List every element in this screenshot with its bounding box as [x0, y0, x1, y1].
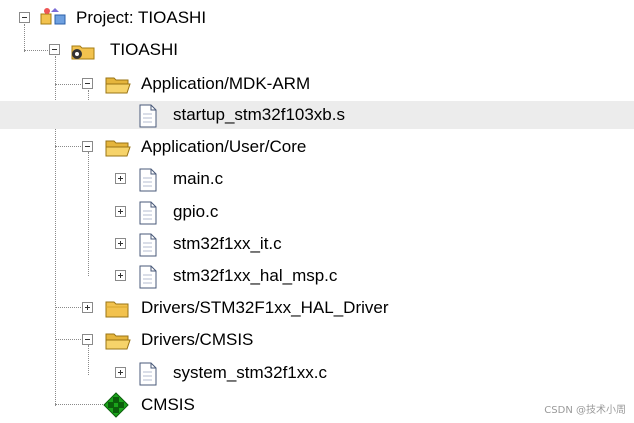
expand-toggle[interactable] [115, 367, 126, 378]
expand-toggle[interactable] [82, 302, 93, 313]
file-icon [136, 103, 160, 134]
group-label: Drivers/STM32F1xx_HAL_Driver [141, 298, 389, 317]
file-icon [136, 361, 160, 392]
tree-node-group[interactable]: Drivers/STM32F1xx_HAL_Driver [0, 294, 634, 322]
collapse-toggle[interactable] [82, 78, 93, 89]
file-label: main.c [173, 169, 224, 188]
project-icon [38, 6, 68, 35]
tree-node-file-it[interactable]: stm32f1xx_it.c [0, 230, 634, 258]
file-label: system_stm32f1xx.c [173, 363, 327, 382]
group-label: Drivers/CMSIS [141, 330, 254, 349]
watermark: CSDN @技术小周 [544, 405, 626, 416]
folder-open-icon [103, 328, 133, 357]
tree-node-group[interactable]: Application/User/Core [0, 133, 634, 161]
tree-node-group[interactable]: Drivers/CMSIS [0, 326, 634, 354]
collapse-toggle[interactable] [82, 334, 93, 345]
group-label: Application/MDK-ARM [141, 74, 311, 93]
collapse-toggle[interactable] [19, 12, 30, 23]
expand-toggle[interactable] [115, 173, 126, 184]
file-icon [136, 167, 160, 198]
diamond-component-icon [103, 392, 129, 423]
collapse-toggle[interactable] [82, 141, 93, 152]
folder-open-icon [103, 72, 133, 101]
file-icon [136, 264, 160, 295]
file-label: stm32f1xx_hal_msp.c [173, 266, 338, 285]
expand-toggle[interactable] [115, 238, 126, 249]
target-icon [68, 38, 98, 67]
tree-node-file-hal-msp[interactable]: stm32f1xx_hal_msp.c [0, 262, 634, 290]
tree-node-file-system[interactable]: system_stm32f1xx.c [0, 359, 634, 387]
tree-node-project[interactable]: Project: TIOASHI [0, 4, 634, 32]
collapse-toggle[interactable] [49, 44, 60, 55]
tree-node-target[interactable]: TIOASHI [0, 36, 634, 64]
file-label: startup_stm32f103xb.s [173, 105, 345, 124]
file-icon [136, 232, 160, 263]
tree-node-file-gpio[interactable]: gpio.c [0, 198, 634, 226]
component-label: CMSIS [141, 395, 195, 414]
expand-toggle[interactable] [115, 270, 126, 281]
tree-node-file-main[interactable]: main.c [0, 165, 634, 193]
target-label: TIOASHI [110, 40, 179, 59]
expand-toggle[interactable] [115, 206, 126, 217]
folder-closed-icon [103, 296, 133, 325]
file-label: stm32f1xx_it.c [173, 234, 282, 253]
project-label: Project: TIOASHI [76, 8, 207, 27]
tree-node-component-cmsis[interactable]: CMSIS [0, 391, 634, 419]
project-tree: Project: TIOASHI TIOASHI Application/MDK… [0, 0, 634, 420]
folder-open-icon [103, 135, 133, 164]
group-label: Application/User/Core [141, 137, 307, 156]
tree-node-file-startup[interactable]: startup_stm32f103xb.s [0, 101, 634, 129]
file-label: gpio.c [173, 202, 219, 221]
tree-node-group[interactable]: Application/MDK-ARM [0, 70, 634, 98]
file-icon [136, 200, 160, 231]
